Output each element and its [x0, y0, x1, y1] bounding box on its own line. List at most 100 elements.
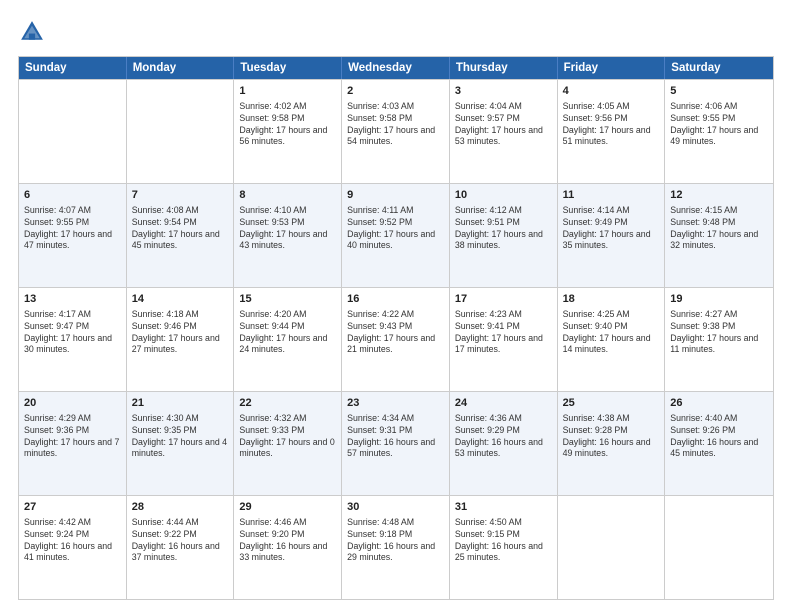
day-number: 1 — [239, 84, 336, 99]
calendar-day-cell: 21 Sunrise: 4:30 AM Sunset: 9:35 PM Dayli… — [127, 392, 235, 495]
empty-cell — [665, 496, 773, 599]
calendar-day-cell: 29 Sunrise: 4:46 AM Sunset: 9:20 PM Dayli… — [234, 496, 342, 599]
day-number: 2 — [347, 84, 444, 99]
day-info: Sunrise: 4:10 AM Sunset: 9:53 PM Dayligh… — [239, 205, 327, 251]
calendar-day-cell: 23Sunrise: 4:34 AM Sunset: 9:31 PM Dayli… — [342, 392, 450, 495]
day-info: Sunrise: 4:50 AM Sunset: 9:15 PM Dayligh… — [455, 517, 543, 563]
day-info: Sunrise: 4:07 AM Sunset: 9:55 PM Dayligh… — [24, 205, 112, 251]
day-info: Sunrise: 4:32 AM Sunset: 9:33 PM Dayligh… — [239, 413, 334, 459]
calendar-day-cell: 17Sunrise: 4:23 AM Sunset: 9:41 PM Dayli… — [450, 288, 558, 391]
day-number: 31 — [455, 500, 552, 515]
logo — [18, 18, 50, 46]
day-info: Sunrise: 4:44 AM Sunset: 9:22 PM Dayligh… — [132, 517, 220, 563]
calendar-day-cell: 26 Sunrise: 4:40 AM Sunset: 9:26 PM Dayli… — [665, 392, 773, 495]
calendar-row: 20 Sunrise: 4:29 AM Sunset: 9:36 PM Dayli… — [19, 391, 773, 495]
weekday-header: Thursday — [450, 57, 558, 79]
day-info: Sunrise: 4:40 AM Sunset: 9:26 PM Dayligh… — [670, 413, 758, 459]
calendar-day-cell: 5 Sunrise: 4:06 AM Sunset: 9:55 PM Daylig… — [665, 80, 773, 183]
calendar-day-cell: 1 Sunrise: 4:02 AM Sunset: 9:58 PM Daylig… — [234, 80, 342, 183]
weekday-header: Wednesday — [342, 57, 450, 79]
day-number: 29 — [239, 500, 336, 515]
day-number: 22 — [239, 396, 336, 411]
day-number: 7 — [132, 188, 229, 203]
calendar: SundayMondayTuesdayWednesdayThursdayFrid… — [18, 56, 774, 600]
day-number: 21 — [132, 396, 229, 411]
calendar-day-cell: 4Sunrise: 4:05 AM Sunset: 9:56 PM Daylig… — [558, 80, 666, 183]
day-number: 23 — [347, 396, 444, 411]
calendar-day-cell: 2 Sunrise: 4:03 AM Sunset: 9:58 PM Daylig… — [342, 80, 450, 183]
calendar-body: 1 Sunrise: 4:02 AM Sunset: 9:58 PM Daylig… — [19, 79, 773, 599]
empty-cell — [127, 80, 235, 183]
day-info: Sunrise: 4:42 AM Sunset: 9:24 PM Dayligh… — [24, 517, 112, 563]
day-number: 13 — [24, 292, 121, 307]
day-number: 9 — [347, 188, 444, 203]
day-number: 6 — [24, 188, 121, 203]
calendar-day-cell: 10Sunrise: 4:12 AM Sunset: 9:51 PM Dayli… — [450, 184, 558, 287]
calendar-day-cell: 3Sunrise: 4:04 AM Sunset: 9:57 PM Daylig… — [450, 80, 558, 183]
day-info: Sunrise: 4:30 AM Sunset: 9:35 PM Dayligh… — [132, 413, 227, 459]
day-info: Sunrise: 4:02 AM Sunset: 9:58 PM Dayligh… — [239, 101, 327, 147]
calendar-day-cell: 31 Sunrise: 4:50 AM Sunset: 9:15 PM Dayli… — [450, 496, 558, 599]
calendar-row: 13 Sunrise: 4:17 AM Sunset: 9:47 PM Dayli… — [19, 287, 773, 391]
calendar-day-cell: 27 Sunrise: 4:42 AM Sunset: 9:24 PM Dayli… — [19, 496, 127, 599]
calendar-day-cell: 12 Sunrise: 4:15 AM Sunset: 9:48 PM Dayli… — [665, 184, 773, 287]
day-info: Sunrise: 4:18 AM Sunset: 9:46 PM Dayligh… — [132, 309, 220, 355]
day-number: 26 — [670, 396, 768, 411]
calendar-row: 1 Sunrise: 4:02 AM Sunset: 9:58 PM Daylig… — [19, 79, 773, 183]
calendar-day-cell: 28 Sunrise: 4:44 AM Sunset: 9:22 PM Dayli… — [127, 496, 235, 599]
calendar-day-cell: 20 Sunrise: 4:29 AM Sunset: 9:36 PM Dayli… — [19, 392, 127, 495]
calendar-day-cell: 7 Sunrise: 4:08 AM Sunset: 9:54 PM Daylig… — [127, 184, 235, 287]
calendar-page: SundayMondayTuesdayWednesdayThursdayFrid… — [0, 0, 792, 612]
day-info: Sunrise: 4:03 AM Sunset: 9:58 PM Dayligh… — [347, 101, 435, 147]
day-info: Sunrise: 4:25 AM Sunset: 9:40 PM Dayligh… — [563, 309, 651, 355]
day-info: Sunrise: 4:22 AM Sunset: 9:43 PM Dayligh… — [347, 309, 435, 355]
calendar-header: SundayMondayTuesdayWednesdayThursdayFrid… — [19, 57, 773, 79]
day-info: Sunrise: 4:36 AM Sunset: 9:29 PM Dayligh… — [455, 413, 543, 459]
calendar-day-cell: 30 Sunrise: 4:48 AM Sunset: 9:18 PM Dayli… — [342, 496, 450, 599]
empty-cell — [19, 80, 127, 183]
day-number: 15 — [239, 292, 336, 307]
day-info: Sunrise: 4:46 AM Sunset: 9:20 PM Dayligh… — [239, 517, 327, 563]
calendar-day-cell: 25Sunrise: 4:38 AM Sunset: 9:28 PM Dayli… — [558, 392, 666, 495]
day-number: 5 — [670, 84, 768, 99]
weekday-header: Monday — [127, 57, 235, 79]
calendar-day-cell: 13 Sunrise: 4:17 AM Sunset: 9:47 PM Dayli… — [19, 288, 127, 391]
day-info: Sunrise: 4:15 AM Sunset: 9:48 PM Dayligh… — [670, 205, 758, 251]
page-header — [18, 18, 774, 46]
day-number: 16 — [347, 292, 444, 307]
day-number: 8 — [239, 188, 336, 203]
day-number: 10 — [455, 188, 552, 203]
day-info: Sunrise: 4:11 AM Sunset: 9:52 PM Dayligh… — [347, 205, 435, 251]
day-info: Sunrise: 4:23 AM Sunset: 9:41 PM Dayligh… — [455, 309, 543, 355]
weekday-header: Sunday — [19, 57, 127, 79]
calendar-day-cell: 15Sunrise: 4:20 AM Sunset: 9:44 PM Dayli… — [234, 288, 342, 391]
day-number: 28 — [132, 500, 229, 515]
day-info: Sunrise: 4:27 AM Sunset: 9:38 PM Dayligh… — [670, 309, 758, 355]
day-number: 25 — [563, 396, 660, 411]
day-number: 24 — [455, 396, 552, 411]
day-number: 11 — [563, 188, 660, 203]
logo-icon — [18, 18, 46, 46]
weekday-header: Friday — [558, 57, 666, 79]
empty-cell — [558, 496, 666, 599]
calendar-day-cell: 18 Sunrise: 4:25 AM Sunset: 9:40 PM Dayli… — [558, 288, 666, 391]
day-number: 18 — [563, 292, 660, 307]
weekday-header: Saturday — [665, 57, 773, 79]
calendar-day-cell: 16 Sunrise: 4:22 AM Sunset: 9:43 PM Dayli… — [342, 288, 450, 391]
day-number: 14 — [132, 292, 229, 307]
day-number: 19 — [670, 292, 768, 307]
day-number: 20 — [24, 396, 121, 411]
calendar-day-cell: 9 Sunrise: 4:11 AM Sunset: 9:52 PM Daylig… — [342, 184, 450, 287]
day-info: Sunrise: 4:17 AM Sunset: 9:47 PM Dayligh… — [24, 309, 112, 355]
day-number: 12 — [670, 188, 768, 203]
day-info: Sunrise: 4:04 AM Sunset: 9:57 PM Dayligh… — [455, 101, 543, 147]
day-number: 30 — [347, 500, 444, 515]
day-info: Sunrise: 4:08 AM Sunset: 9:54 PM Dayligh… — [132, 205, 220, 251]
day-info: Sunrise: 4:48 AM Sunset: 9:18 PM Dayligh… — [347, 517, 435, 563]
calendar-day-cell: 22 Sunrise: 4:32 AM Sunset: 9:33 PM Dayli… — [234, 392, 342, 495]
day-info: Sunrise: 4:29 AM Sunset: 9:36 PM Dayligh… — [24, 413, 119, 459]
day-info: Sunrise: 4:06 AM Sunset: 9:55 PM Dayligh… — [670, 101, 758, 147]
day-number: 27 — [24, 500, 121, 515]
calendar-day-cell: 8 Sunrise: 4:10 AM Sunset: 9:53 PM Daylig… — [234, 184, 342, 287]
calendar-day-cell: 24 Sunrise: 4:36 AM Sunset: 9:29 PM Dayli… — [450, 392, 558, 495]
